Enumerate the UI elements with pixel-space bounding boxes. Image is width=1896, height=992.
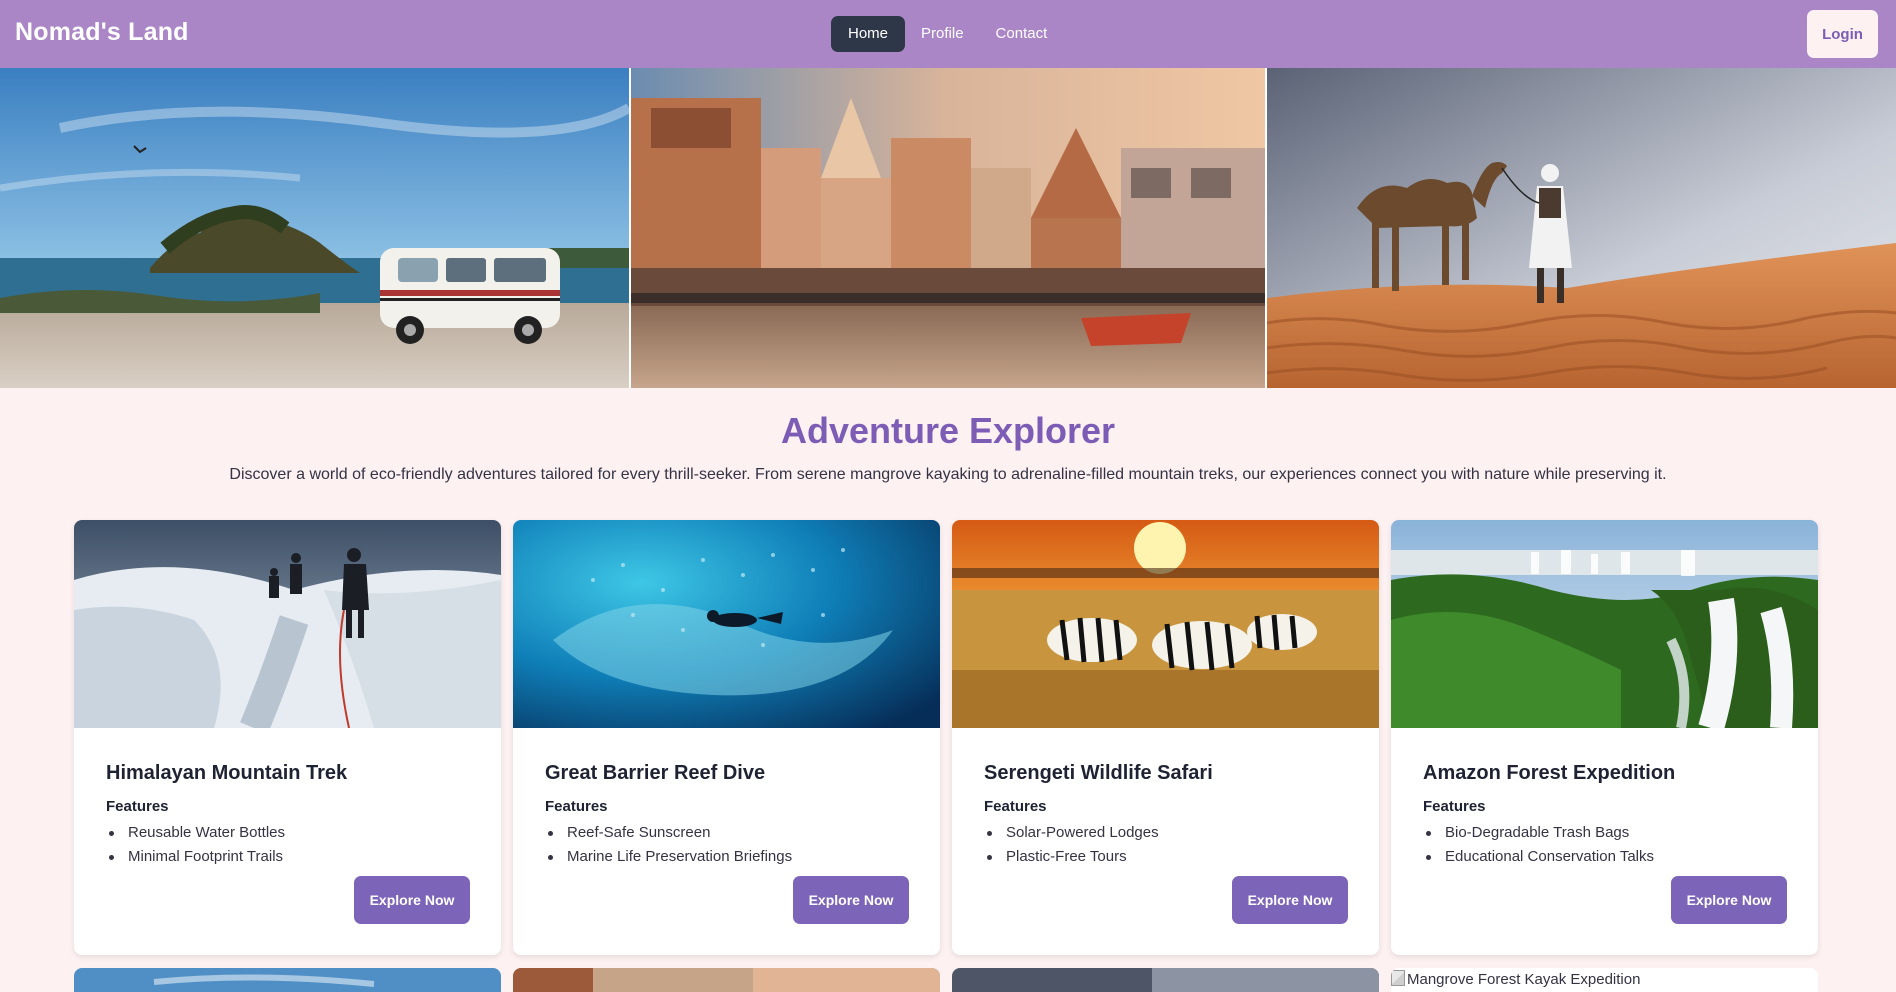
feature-list: Reef-Safe Sunscreen Marine Life Preserva… (545, 821, 792, 869)
next-card-beach-photo (74, 968, 501, 992)
feature-item: Marine Life Preservation Briefings (545, 845, 792, 869)
adventure-card-amazon: Amazon Forest Expedition Features Bio-De… (1391, 520, 1818, 955)
feature-item: Minimal Footprint Trails (106, 845, 285, 869)
next-card-desert-photo (952, 968, 1379, 992)
rainforest-waterfall-photo (1391, 520, 1818, 728)
next-card-mangrove-broken-image: Mangrove Forest Kayak Expedition (1391, 968, 1818, 992)
zebra-safari-photo (952, 520, 1379, 728)
feature-list: Reusable Water Bottles Minimal Footprint… (106, 821, 285, 869)
nav-home-link[interactable]: Home (831, 16, 906, 52)
adventure-card-reef: Great Barrier Reef Dive Features Reef-Sa… (513, 520, 940, 955)
login-button[interactable]: Login (1807, 10, 1878, 58)
feature-item: Plastic-Free Tours (984, 845, 1159, 869)
features-label: Features (984, 798, 1047, 815)
feature-list: Bio-Degradable Trash Bags Educational Co… (1423, 821, 1654, 869)
varanasi-ghats-photo (631, 68, 1265, 388)
reef-diver-photo (513, 520, 940, 728)
feature-list: Solar-Powered Lodges Plastic-Free Tours (984, 821, 1159, 869)
feature-item: Bio-Degradable Trash Bags (1423, 821, 1654, 845)
explore-now-button[interactable]: Explore Now (1671, 876, 1787, 924)
card-title: Great Barrier Reef Dive (545, 762, 766, 784)
nav-links: Home Profile Contact (831, 16, 1063, 52)
explore-now-button[interactable]: Explore Now (793, 876, 909, 924)
card-title: Himalayan Mountain Trek (106, 762, 348, 784)
feature-item: Solar-Powered Lodges (984, 821, 1159, 845)
feature-item: Educational Conservation Talks (1423, 845, 1654, 869)
snow-trek-photo (74, 520, 501, 728)
features-label: Features (106, 798, 169, 815)
card-title: Amazon Forest Expedition (1423, 762, 1676, 784)
desert-camel-photo (1267, 68, 1896, 388)
card-title: Serengeti Wildlife Safari (984, 762, 1213, 784)
explore-now-button[interactable]: Explore Now (1232, 876, 1348, 924)
adventure-card-himalayan: Himalayan Mountain Trek Features Reusabl… (74, 520, 501, 955)
beach-campervan-photo (0, 68, 629, 388)
feature-item: Reusable Water Bottles (106, 821, 285, 845)
features-label: Features (1423, 798, 1486, 815)
brand-logo[interactable]: Nomad's Land (15, 18, 189, 47)
navbar: Nomad's Land Home Profile Contact Login (0, 0, 1896, 68)
nav-contact-link[interactable]: Contact (980, 16, 1064, 52)
explore-now-button[interactable]: Explore Now (354, 876, 470, 924)
broken-image-icon (1391, 970, 1405, 986)
features-label: Features (545, 798, 608, 815)
hero-gallery (0, 68, 1896, 388)
next-card-varanasi-photo (513, 968, 940, 992)
feature-item: Reef-Safe Sunscreen (545, 821, 792, 845)
nav-profile-link[interactable]: Profile (905, 16, 980, 52)
adventure-card-serengeti: Serengeti Wildlife Safari Features Solar… (952, 520, 1379, 955)
page-title: Adventure Explorer (780, 410, 1116, 451)
page-description: Discover a world of eco-friendly adventu… (229, 466, 1667, 483)
broken-image-alt-text: Mangrove Forest Kayak Expedition (1407, 971, 1641, 988)
